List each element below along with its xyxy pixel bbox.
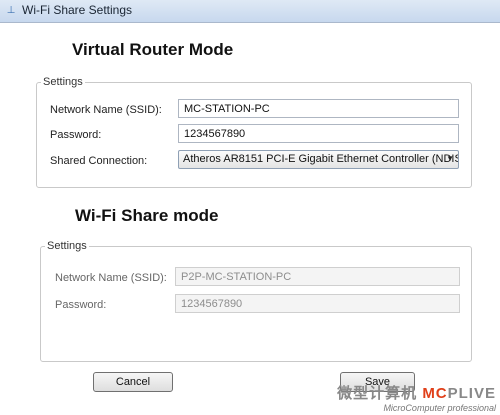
ws-password-input[interactable] (175, 294, 460, 313)
virtual-router-settings-legend: Settings (41, 76, 85, 88)
wifi-share-app-icon: ⊥ (6, 4, 16, 16)
vr-password-input[interactable] (178, 124, 459, 143)
window-title: Wi-Fi Share Settings (22, 3, 133, 17)
virtual-router-heading: Virtual Router Mode (72, 40, 234, 59)
ws-ssid-input[interactable] (175, 267, 460, 286)
watermark-brand: 微型计算机 MCPLIVE (337, 385, 496, 402)
dropdown-arrow-icon: ▼ (446, 154, 454, 163)
watermark-logo: 微型计算机 MCPLIVE MicroComputer professional (337, 382, 496, 413)
dialog-body: Virtual Router Mode Settings Network Nam… (0, 23, 500, 415)
vr-ssid-label: Network Name (SSID): (50, 104, 162, 116)
wifi-share-settings-legend: Settings (45, 240, 89, 252)
ws-password-label: Password: (55, 299, 107, 311)
shared-connection-dropdown[interactable]: Atheros AR8151 PCI-E Gigabit Ethernet Co… (178, 150, 459, 169)
cancel-button[interactable]: Cancel (93, 372, 173, 392)
vr-password-label: Password: (50, 129, 102, 141)
vr-ssid-input[interactable] (178, 99, 459, 118)
title-bar[interactable]: ⊥ Wi-Fi Share Settings (0, 0, 500, 23)
ws-ssid-label: Network Name (SSID): (55, 272, 167, 284)
shared-connection-value: Atheros AR8151 PCI-E Gigabit Ethernet Co… (183, 153, 459, 165)
shared-connection-label: Shared Connection: (50, 155, 148, 167)
wifi-share-heading: Wi-Fi Share mode (75, 206, 219, 225)
